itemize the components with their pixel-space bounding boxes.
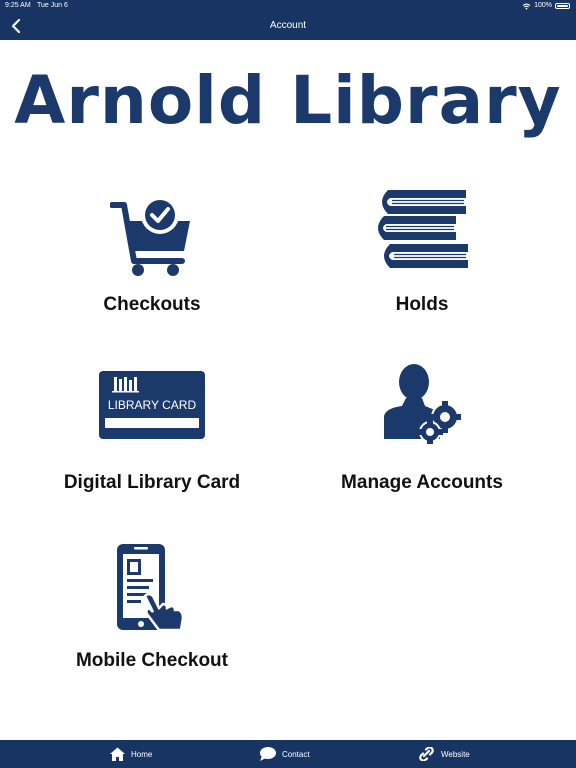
page-title: Account xyxy=(269,20,307,31)
manage-accounts-tile[interactable]: Manage Accounts xyxy=(302,364,542,516)
tab-label-website: Website xyxy=(441,749,470,759)
library-card-icon: LIBRARY CARD xyxy=(99,371,205,439)
link-icon xyxy=(419,747,434,761)
tab-home[interactable]: Home xyxy=(110,740,152,768)
status-date: Tue Jun 6 xyxy=(37,2,68,9)
checkouts-tile[interactable]: Checkouts xyxy=(32,188,272,338)
tab-bar: Home Contact Website xyxy=(0,740,576,768)
card-text: LIBRARY CARD xyxy=(108,398,197,412)
phone-tap-icon xyxy=(117,544,185,632)
tab-label-home: Home xyxy=(131,749,153,759)
status-time: 9:25 AM xyxy=(5,2,31,9)
tile-label-manage-accounts: Manage Accounts xyxy=(341,472,503,493)
user-gears-icon xyxy=(384,364,461,444)
wifi-icon xyxy=(522,3,531,10)
nav-bar: Account xyxy=(0,12,576,40)
tile-label-holds: Holds xyxy=(395,294,449,315)
books-icon xyxy=(378,190,468,268)
mobile-checkout-tile[interactable]: Mobile Checkout xyxy=(32,544,272,694)
home-icon xyxy=(110,747,125,761)
tile-label-mobile-checkout: Mobile Checkout xyxy=(75,650,228,671)
status-right: 100% xyxy=(522,0,570,12)
tab-contact[interactable]: Contact xyxy=(260,740,310,768)
cart-check-icon xyxy=(110,196,190,276)
chat-bubble-icon xyxy=(260,747,276,761)
status-bar: 9:25 AM Tue Jun 6 100% xyxy=(0,0,576,12)
battery-percent: 100% xyxy=(534,2,552,9)
holds-tile[interactable]: Holds xyxy=(302,188,542,338)
digital-library-card-tile[interactable]: LIBRARY CARD Digital Library Card xyxy=(32,366,272,516)
tile-label-checkouts: Checkouts xyxy=(103,294,201,315)
battery-icon xyxy=(555,3,570,9)
tile-label-digital-library-card: Digital Library Card xyxy=(63,472,241,493)
library-logo: Arnold Library xyxy=(14,62,562,139)
tab-label-contact: Contact xyxy=(282,749,310,759)
tab-website[interactable]: Website xyxy=(418,740,470,768)
